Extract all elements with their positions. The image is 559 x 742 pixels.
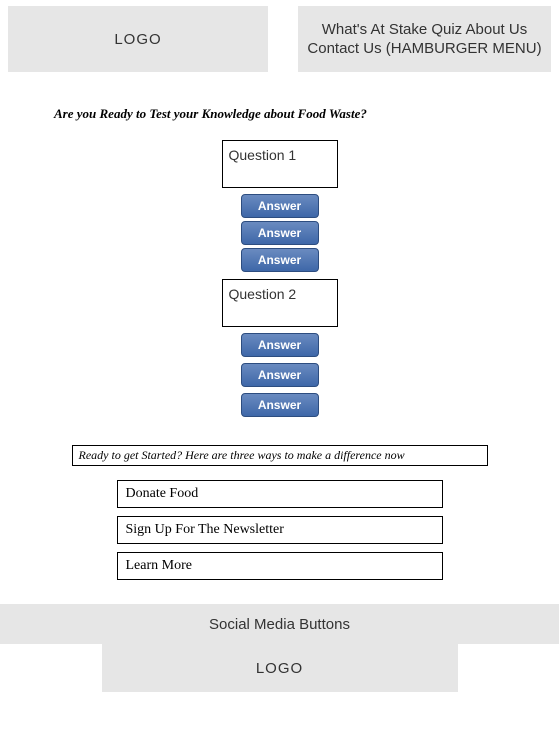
quiz-title: Are you Ready to Test your Knowledge abo…: [54, 106, 559, 122]
footer-social-buttons[interactable]: Social Media Buttons: [0, 604, 559, 644]
answer-button[interactable]: Answer: [241, 248, 319, 272]
answers-group-1: Answer Answer Answer: [241, 194, 319, 275]
nav-menu[interactable]: What's At Stake Quiz About Us Contact Us…: [298, 6, 551, 72]
cta-learn-more[interactable]: Learn More: [117, 552, 443, 580]
cta-list: Donate Food Sign Up For The Newsletter L…: [0, 480, 559, 580]
answer-button[interactable]: Answer: [241, 363, 319, 387]
answer-button[interactable]: Answer: [241, 333, 319, 357]
answers-group-2: Answer Answer Answer: [241, 333, 319, 423]
logo-placeholder[interactable]: LOGO: [8, 6, 268, 72]
answer-button[interactable]: Answer: [241, 393, 319, 417]
cta-heading: Ready to get Started? Here are three way…: [72, 445, 488, 466]
cta-donate[interactable]: Donate Food: [117, 480, 443, 508]
answer-button[interactable]: Answer: [241, 194, 319, 218]
quiz-block: Question 1 Answer Answer Answer Question…: [0, 140, 559, 423]
cta-newsletter[interactable]: Sign Up For The Newsletter: [117, 516, 443, 544]
question-box-1: Question 1: [222, 140, 338, 188]
answer-button[interactable]: Answer: [241, 221, 319, 245]
header: LOGO What's At Stake Quiz About Us Conta…: [0, 0, 559, 72]
question-box-2: Question 2: [222, 279, 338, 327]
footer-logo-placeholder[interactable]: LOGO: [102, 644, 458, 692]
